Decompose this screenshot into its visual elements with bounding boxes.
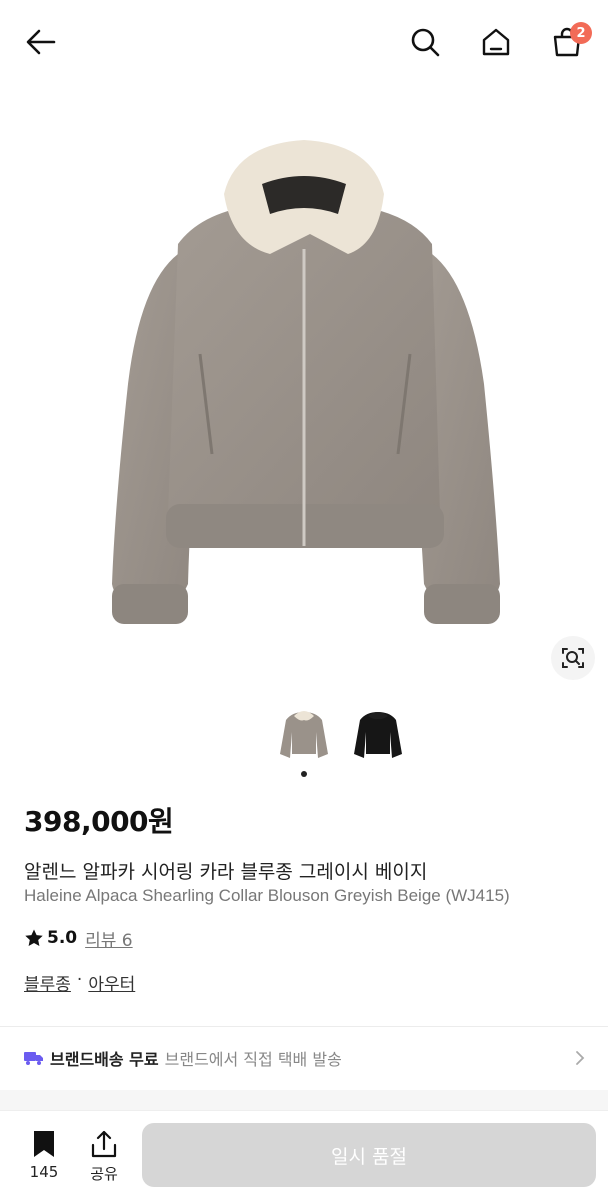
divider [0,1026,608,1027]
chevron-right-icon [576,1051,585,1065]
rating-row: 5.0 리뷰 6 [24,926,133,951]
category-breadcrumb: 블루종 · 아우터 [24,970,135,995]
back-button[interactable] [19,20,63,64]
soldout-button[interactable]: 일시 품절 [142,1123,596,1187]
top-bar: 2 [0,0,608,84]
cart-count-badge: 2 [570,22,592,44]
search-button[interactable] [403,20,447,64]
product-name-korean: 알렌느 알파카 시어링 카라 블루종 그레이시 베이지 [24,861,428,883]
arrow-left-icon [26,29,56,55]
share-icon [91,1130,117,1158]
home-icon [482,28,510,56]
share-label: 공유 [90,1165,118,1183]
reviews-link[interactable]: 리뷰 6 [85,926,133,951]
product-image[interactable] [0,84,608,696]
share-button[interactable]: 공유 [81,1129,127,1187]
thumbnail-black[interactable] [352,702,404,764]
bottom-action-bar: 145 공유 일시 품절 [0,1110,608,1200]
truck-icon [24,1052,43,1065]
image-search-button[interactable] [551,636,595,680]
thumbnail-strip [0,702,608,766]
search-icon [411,28,440,57]
rating-score: 5.0 [47,928,78,948]
thumbnail-grey-beige[interactable] [278,702,330,764]
product-price: 398,000원 [24,805,174,838]
bookmark-button[interactable]: 145 [21,1129,67,1187]
home-button[interactable] [474,20,518,64]
shipping-description: 브랜드에서 직접 택배 발송 [164,1050,342,1069]
category-link-outer[interactable]: 아우터 [88,970,135,995]
carousel-indicator [301,771,307,777]
image-search-icon [562,648,584,668]
bookmark-count: 145 [29,1163,59,1181]
jacket-illustration [112,140,500,624]
shipping-info-row[interactable]: 브랜드배송 무료 브랜드에서 직접 택배 발송 [24,1040,588,1076]
shipping-title: 브랜드배송 무료 [50,1050,159,1069]
category-link-blouson[interactable]: 블루종 [24,970,71,995]
product-name-english: Haleine Alpaca Shearling Collar Blouson … [24,886,510,905]
bookmark-icon [34,1131,54,1157]
category-separator: · [76,970,83,990]
section-spacer [0,1090,608,1110]
star-icon [25,929,43,946]
